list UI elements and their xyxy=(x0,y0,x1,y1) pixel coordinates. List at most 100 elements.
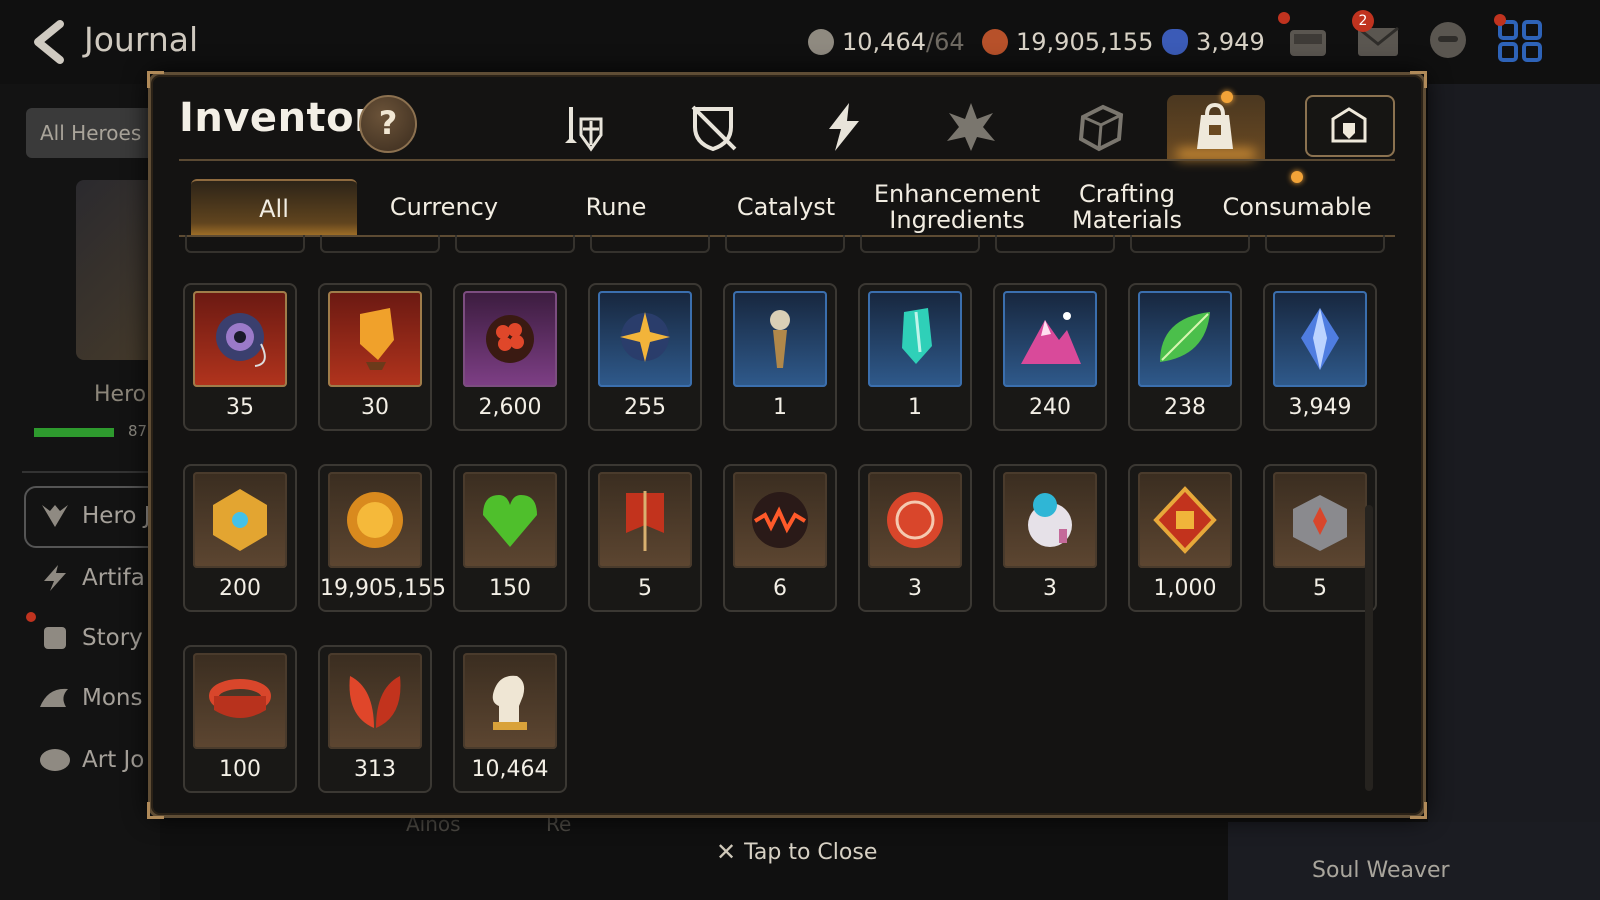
inventory-item[interactable]: 10,464 xyxy=(453,645,567,793)
tab-crafting-materials[interactable]: Crafting Materials xyxy=(1043,179,1211,235)
help-button[interactable]: ? xyxy=(359,95,417,153)
equipment-icon[interactable] xyxy=(555,99,611,155)
box-icon[interactable] xyxy=(1073,99,1129,155)
tab-currency[interactable]: Currency xyxy=(359,179,529,235)
inventory-item[interactable]: 1,000 xyxy=(1128,464,1242,612)
inventory-item[interactable]: 30 xyxy=(318,283,432,431)
menu-item-hero-journal[interactable]: Hero J xyxy=(38,496,151,536)
menu-item-monster[interactable]: Mons xyxy=(38,678,142,718)
shop-icon[interactable] xyxy=(1286,20,1330,62)
item-count: 1,000 xyxy=(1153,576,1217,601)
inventory-scrollbar[interactable] xyxy=(1365,505,1373,791)
item-count: 238 xyxy=(1164,395,1206,420)
rune-shield-icon[interactable] xyxy=(685,99,741,155)
inventory-item[interactable]: 6 xyxy=(723,464,837,612)
item-frame xyxy=(463,653,557,749)
stamina-counter[interactable]: 10,464 /64 xyxy=(808,24,965,60)
star-compass-icon xyxy=(620,312,670,362)
inventory-item[interactable]: 3 xyxy=(993,464,1107,612)
menu-item-art-journal[interactable]: Art Jo xyxy=(38,740,144,780)
item-count: 200 xyxy=(219,576,261,601)
back-arrow-icon[interactable] xyxy=(26,18,70,66)
blue-gem-icon xyxy=(1301,308,1339,370)
eye-ring-icon xyxy=(216,313,266,367)
partial-grid-item xyxy=(455,235,575,253)
partial-grid-item xyxy=(1130,235,1250,253)
inventory-item[interactable]: 255 xyxy=(588,283,702,431)
consumable-notice-dot xyxy=(1291,171,1303,183)
item-count: 19,905,155 xyxy=(320,576,446,601)
flower-medallion-icon xyxy=(486,315,534,363)
item-count: 1 xyxy=(908,395,922,420)
bag-icon[interactable] xyxy=(1187,99,1243,155)
item-frame xyxy=(1003,291,1097,387)
gold-icon xyxy=(982,29,1008,55)
inventory-item[interactable]: 313 xyxy=(318,645,432,793)
all-heroes-filter[interactable]: All Heroes xyxy=(26,108,166,158)
item-frame xyxy=(1273,472,1367,568)
menu-item-label: Story xyxy=(82,625,143,651)
stamina-value: 10,464 xyxy=(842,28,926,56)
inventory-item[interactable]: 3,949 xyxy=(1263,283,1377,431)
item-frame xyxy=(598,291,692,387)
inventory-item[interactable]: 5 xyxy=(588,464,702,612)
menu-item-artifact[interactable]: Artifa xyxy=(38,558,145,598)
green-heart-icon xyxy=(483,495,537,547)
inventory-item[interactable]: 240 xyxy=(993,283,1107,431)
red-seal-icon xyxy=(887,492,943,548)
tab-enhancement-ingredients[interactable]: Enhancement Ingredients xyxy=(869,179,1045,235)
item-frame xyxy=(733,472,827,568)
frame-corner xyxy=(1410,71,1427,88)
skystone-counter[interactable]: 3,949 xyxy=(1162,24,1265,60)
partial-grid-item xyxy=(185,235,305,253)
hero-progress-text: 87 xyxy=(128,422,148,440)
artifact-icon[interactable] xyxy=(815,99,871,155)
item-frame xyxy=(1138,472,1232,568)
item-frame xyxy=(1138,291,1232,387)
inventory-item[interactable]: 238 xyxy=(1128,283,1242,431)
horse-chess-icon xyxy=(492,675,527,730)
lightning-icon xyxy=(44,565,66,591)
journal-right-panel xyxy=(1428,84,1600,900)
tap-to-close-button[interactable]: ✕ Tap to Close xyxy=(716,834,877,870)
tab-all[interactable]: All xyxy=(191,179,357,237)
green-leaf-icon xyxy=(1160,312,1210,362)
war-banner-icon xyxy=(626,491,664,551)
menu-grid-icon[interactable] xyxy=(1498,20,1542,62)
inventory-item[interactable]: 1 xyxy=(723,283,837,431)
menu-item-story[interactable]: Story xyxy=(38,618,143,658)
item-frame xyxy=(868,472,962,568)
item-count: 255 xyxy=(624,395,666,420)
inventory-item[interactable]: 1 xyxy=(858,283,972,431)
inventory-item[interactable]: 5 xyxy=(1263,464,1377,612)
inventory-item[interactable]: 35 xyxy=(183,283,297,431)
inventory-item[interactable]: 100 xyxy=(183,645,297,793)
frame-corner xyxy=(147,71,164,88)
mail-badge: 2 xyxy=(1352,10,1374,32)
inventory-item[interactable]: 3 xyxy=(858,464,972,612)
item-frame xyxy=(1273,291,1367,387)
red-leaves-icon xyxy=(349,676,401,728)
inventory-item[interactable]: 150 xyxy=(453,464,567,612)
guild-storage-button[interactable] xyxy=(1305,95,1395,157)
item-count: 150 xyxy=(489,576,531,601)
inventory-item[interactable]: 2,600 xyxy=(453,283,567,431)
partial-grid-item xyxy=(995,235,1115,253)
palette-icon xyxy=(40,749,70,771)
partial-grid-item xyxy=(725,235,845,253)
skystone-value: 3,949 xyxy=(1196,28,1265,56)
close-icon: ✕ xyxy=(716,838,737,866)
inventory-item[interactable]: 200 xyxy=(183,464,297,612)
tab-catalyst[interactable]: Catalyst xyxy=(701,179,871,235)
item-count: 35 xyxy=(226,395,254,420)
tab-rune[interactable]: Rune xyxy=(531,179,701,235)
inventory-item[interactable]: 19,905,155 xyxy=(318,464,446,612)
item-frame xyxy=(463,291,557,387)
imprint-icon[interactable] xyxy=(943,99,999,155)
chat-icon[interactable] xyxy=(1426,20,1470,62)
partial-grid-item xyxy=(860,235,980,253)
gold-counter[interactable]: 19,905,155 xyxy=(982,24,1153,60)
red-ring-icon xyxy=(209,679,271,718)
robot-pet-icon xyxy=(1028,493,1072,547)
tab-consumable[interactable]: Consumable xyxy=(1213,179,1381,235)
